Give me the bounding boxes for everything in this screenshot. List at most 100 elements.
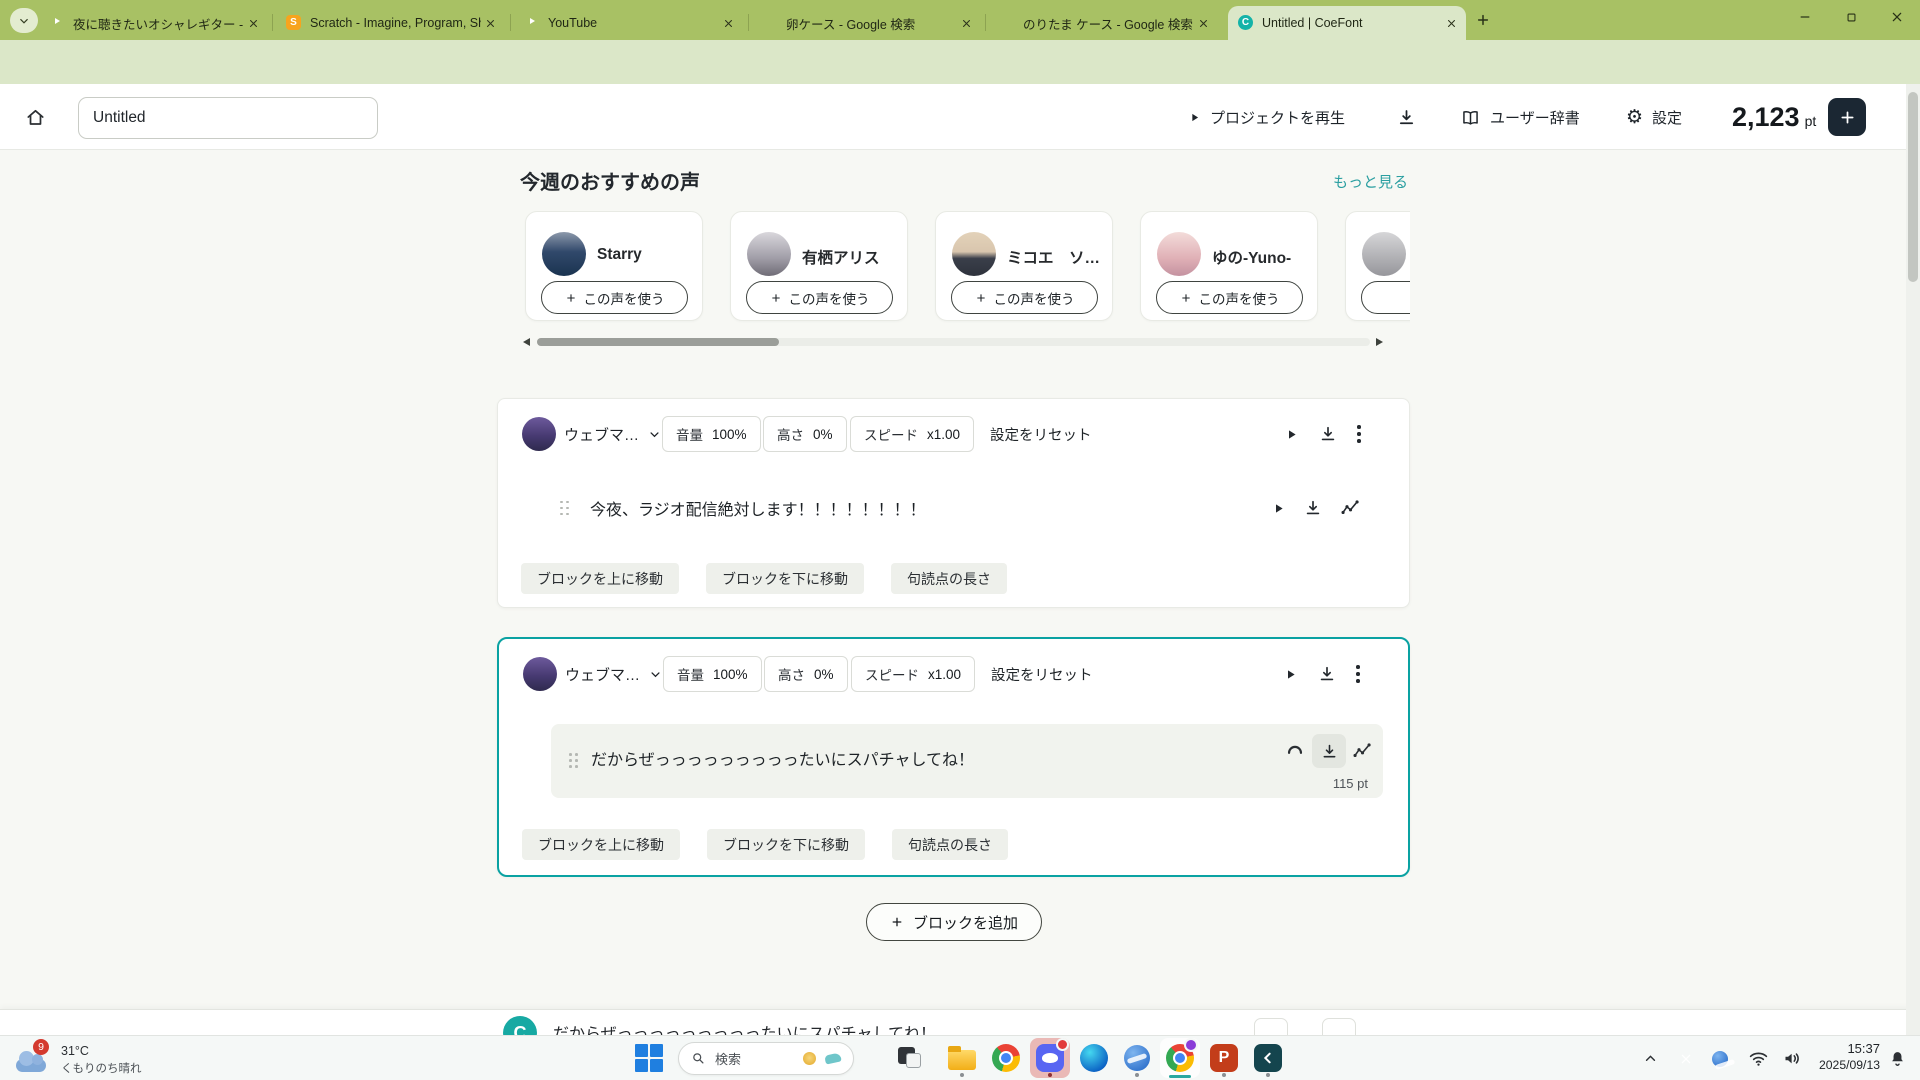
taskbar-edge[interactable] <box>1074 1038 1114 1078</box>
speaker-selector[interactable]: ウェブマ… <box>564 415 662 453</box>
block-menu-icon[interactable] <box>1356 665 1360 683</box>
app-home-icon[interactable] <box>24 106 47 129</box>
add-block-button[interactable]: ブロックを追加 <box>866 903 1042 941</box>
carousel-scroll-right-arrow[interactable] <box>1376 338 1383 346</box>
line-download-button[interactable] <box>1312 734 1346 768</box>
taskbar-chrome-profile-active[interactable] <box>1160 1038 1200 1078</box>
accent-editor-icon[interactable] <box>1352 741 1373 762</box>
settings-button[interactable]: ⚙ 設定 <box>1626 84 1682 150</box>
voice-card-alice[interactable]: 有栖アリス この声を使う <box>730 211 908 321</box>
window-close-button[interactable] <box>1874 0 1920 34</box>
voice-block-1[interactable]: ウェブマ… 音量 100% 高さ 0% スピード x1.00 設定をリセット 今… <box>497 398 1410 608</box>
block-play-icon[interactable] <box>1283 667 1298 682</box>
user-dictionary-button[interactable]: ユーザー辞書 <box>1460 84 1580 150</box>
carousel-scrollbar-thumb[interactable] <box>537 338 779 346</box>
volume-icon[interactable] <box>1782 1036 1803 1080</box>
drag-handle-icon[interactable] <box>560 500 569 516</box>
taskbar-discord-active[interactable] <box>1030 1038 1070 1078</box>
use-voice-button[interactable]: この声を使う <box>1156 281 1303 314</box>
use-voice-button[interactable]: この声を使う <box>541 281 688 314</box>
tab-google-search-egg[interactable]: 卵ケース - Google 検索 <box>752 6 981 40</box>
tab-close-icon[interactable] <box>719 14 737 32</box>
tab-close-icon[interactable] <box>957 14 975 32</box>
new-tab-button[interactable] <box>1472 9 1494 31</box>
move-block-down-button[interactable]: ブロックを下に移動 <box>706 563 864 594</box>
speed-chip[interactable]: スピード x1.00 <box>850 416 975 452</box>
block-download-icon[interactable] <box>1317 664 1337 684</box>
start-button[interactable] <box>635 1044 664 1073</box>
use-voice-button[interactable]: この声を使う <box>951 281 1098 314</box>
block-menu-icon[interactable] <box>1357 425 1361 443</box>
move-block-up-button[interactable]: ブロックを上に移動 <box>522 829 680 860</box>
line-text[interactable]: だからぜっっっっっっっっったいにスパチャしてね！ <box>591 746 974 770</box>
block-download-icon[interactable] <box>1318 424 1338 444</box>
voice-card-partial[interactable] <box>1345 211 1410 321</box>
tab-close-icon[interactable] <box>244 14 262 32</box>
use-voice-button[interactable] <box>1361 281 1410 314</box>
window-minimize-button[interactable] <box>1782 0 1828 34</box>
voice-card-yuno[interactable]: ゆの-Yuno- この声を使う <box>1140 211 1318 321</box>
tab-close-icon[interactable] <box>1442 14 1460 32</box>
move-block-up-button[interactable]: ブロックを上に移動 <box>521 563 679 594</box>
task-view-button[interactable] <box>898 1047 922 1069</box>
weather-widget[interactable]: 9 31°C くもりのち晴れ <box>16 1038 142 1076</box>
add-points-button[interactable] <box>1828 98 1866 136</box>
taskbar-file-explorer[interactable] <box>942 1038 982 1078</box>
tab-search-button[interactable] <box>10 8 38 33</box>
tab-google-search-noritama[interactable]: のりたま ケース - Google 検索 <box>989 6 1218 40</box>
move-block-down-button[interactable]: ブロックを下に移動 <box>707 829 865 860</box>
reset-settings-button[interactable]: 設定をリセット <box>990 415 1092 453</box>
block-play-icon[interactable] <box>1284 427 1299 442</box>
taskbar-powerpoint[interactable]: P <box>1204 1038 1244 1078</box>
voice-card-starry[interactable]: Starry この声を使う <box>525 211 703 321</box>
tab-close-icon[interactable] <box>481 14 499 32</box>
tray-sphere-icon[interactable] <box>1712 1036 1728 1080</box>
tab-youtube-guitar[interactable]: 夜に聴きたいオシャレギター - YouTu <box>39 6 268 40</box>
taskbar-search-box[interactable]: 検索 <box>678 1042 854 1075</box>
volume-chip[interactable]: 音量 100% <box>663 656 762 692</box>
window-maximize-button[interactable] <box>1828 0 1874 34</box>
tab-coefont-active[interactable]: C Untitled | CoeFont <box>1228 6 1466 40</box>
pitch-chip[interactable]: 高さ 0% <box>763 416 847 452</box>
tab-youtube[interactable]: YouTube <box>514 6 743 40</box>
tray-show-hidden-icons[interactable] <box>1642 1036 1659 1080</box>
project-title-input[interactable] <box>78 97 378 139</box>
accent-editor-icon[interactable] <box>1340 498 1361 519</box>
line-text[interactable]: 今夜、ラジオ配信絶対します！！！！！！！！ <box>590 496 926 520</box>
profile-badge <box>1184 1038 1198 1052</box>
voice-card-mikoe[interactable]: ミコエ ソ… この声を使う <box>935 211 1113 321</box>
drag-handle-icon[interactable] <box>569 753 578 768</box>
carousel-scroll-left-arrow[interactable] <box>523 338 530 346</box>
volume-chip[interactable]: 音量 100% <box>662 416 761 452</box>
play-project-button[interactable]: プロジェクトを再生 <box>1188 84 1345 150</box>
taskbar-dark-app[interactable] <box>1248 1038 1288 1078</box>
line-play-icon[interactable] <box>1271 501 1286 516</box>
punctuation-length-button[interactable]: 句読点の長さ <box>891 563 1007 594</box>
tab-scratch[interactable]: S Scratch - Imagine, Program, Sha <box>276 6 505 40</box>
wifi-icon[interactable] <box>1748 1036 1769 1080</box>
pitch-chip[interactable]: 高さ 0% <box>764 656 848 692</box>
taskbar-chrome[interactable] <box>986 1038 1026 1078</box>
notification-bell-icon[interactable] <box>1888 1036 1907 1080</box>
reset-settings-button[interactable]: 設定をリセット <box>991 655 1093 693</box>
speed-chip[interactable]: スピード x1.00 <box>851 656 976 692</box>
text-editor-box[interactable]: だからぜっっっっっっっっったいにスパチャしてね！ 115 pt <box>551 724 1383 798</box>
taskbar-sphere-app[interactable] <box>1117 1038 1157 1078</box>
tab-close-icon[interactable] <box>1194 14 1212 32</box>
points-value: 2,123 <box>1732 102 1800 132</box>
taskbar-clock[interactable]: 15:37 2025/09/13 <box>1804 1041 1880 1072</box>
line-download-icon[interactable] <box>1303 498 1323 518</box>
punctuation-length-button[interactable]: 句読点の長さ <box>892 829 1008 860</box>
project-download-button[interactable] <box>1396 84 1417 150</box>
use-voice-button[interactable]: この声を使う <box>746 281 893 314</box>
speaker-avatar[interactable] <box>522 417 556 451</box>
voice-avatar <box>1362 232 1406 276</box>
speaker-selector[interactable]: ウェブマ… <box>565 655 663 693</box>
voice-block-2-selected[interactable]: ウェブマ… 音量 100% 高さ 0% スピード x1.00 設定をリセット だ… <box>497 637 1410 877</box>
speaker-avatar[interactable] <box>523 657 557 691</box>
page-scrollbar[interactable] <box>1906 84 1920 1035</box>
see-more-link[interactable]: もっと見る <box>1333 171 1408 192</box>
tray-x-icon[interactable] <box>1678 1036 1694 1080</box>
text-line[interactable]: 今夜、ラジオ配信絶対します！！！！！！！！ <box>560 489 926 527</box>
page-scrollbar-thumb[interactable] <box>1908 92 1918 282</box>
